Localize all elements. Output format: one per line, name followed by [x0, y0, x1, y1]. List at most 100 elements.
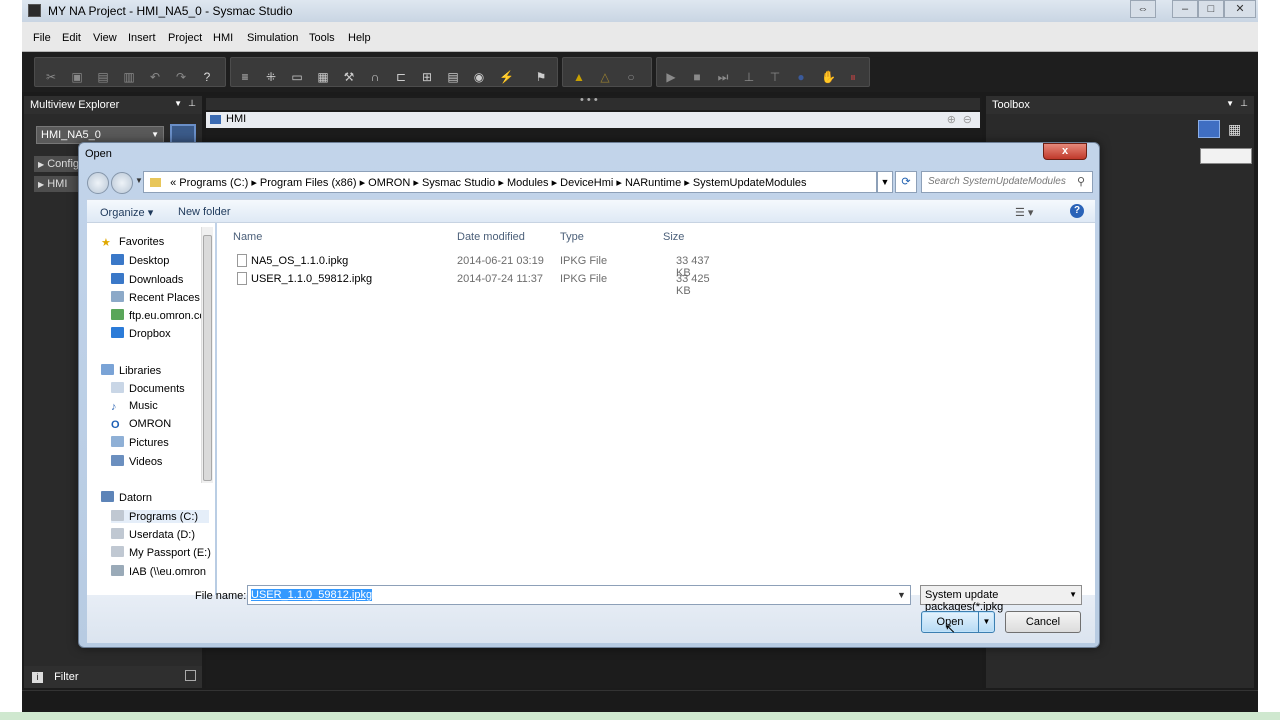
zoom-in-icon[interactable]: ⊕	[947, 113, 956, 126]
screen-icon[interactable]: ▦	[317, 70, 329, 84]
paste-icon[interactable]: ▤	[97, 70, 109, 84]
nav-computer[interactable]: Datorn	[101, 491, 152, 504]
pin-icon[interactable]: ⊥	[188, 98, 196, 109]
close-window-button[interactable]: ✕	[1224, 0, 1256, 18]
signal-icon[interactable]: ⚡	[499, 70, 514, 84]
view-options-icon[interactable]: ☰ ▾	[1015, 206, 1033, 219]
pin-icon[interactable]: ⊥	[1240, 98, 1248, 109]
stop-icon[interactable]: ■	[691, 70, 703, 84]
redo-icon[interactable]: ↷	[175, 70, 187, 84]
nav-ftp[interactable]: ftp.eu.omron.co	[111, 309, 205, 322]
windows-icon[interactable]: ▭	[291, 70, 303, 84]
menu-edit[interactable]: Edit	[62, 32, 81, 44]
file-row[interactable]: NA5_OS_1.1.0.ipkg 2014-06-21 03:19 IPKG …	[231, 252, 721, 279]
file-type-select[interactable]: System update packages(*.ipkg ▼	[920, 585, 1082, 613]
list-view-icon[interactable]	[1198, 120, 1220, 138]
dialog-close-button[interactable]: x	[1043, 143, 1087, 160]
check-warning-icon[interactable]: △	[599, 70, 611, 84]
column-size[interactable]: Size	[663, 231, 684, 243]
restore-arrows-icon[interactable]: ⇔	[1130, 0, 1156, 18]
nav-downloads[interactable]: Downloads	[111, 273, 183, 286]
delete-icon[interactable]: ▥	[123, 70, 135, 84]
menu-file[interactable]: File	[33, 32, 51, 44]
reset-icon[interactable]: ○	[625, 70, 637, 84]
watch-icon[interactable]: ◉	[473, 70, 485, 84]
new-folder-button[interactable]: New folder	[178, 206, 231, 218]
menu-hmi[interactable]: HMI	[213, 32, 233, 44]
nav-libraries[interactable]: Libraries	[101, 364, 161, 377]
menu-insert[interactable]: Insert	[128, 32, 156, 44]
nav-documents[interactable]: Documents	[111, 382, 185, 395]
nav-pictures[interactable]: Pictures	[111, 436, 169, 449]
grip-dots-icon[interactable]: • • •	[580, 94, 598, 106]
file-name-input[interactable]: USER_1.1.0_59812.ipkg	[247, 585, 911, 605]
module-icon[interactable]: ⊞	[421, 70, 433, 84]
panel-menu-arrow-icon[interactable]: ▼	[1226, 99, 1234, 108]
binoculars-icon[interactable]: ∩	[369, 70, 381, 84]
nav-desktop[interactable]: Desktop	[111, 254, 169, 267]
menu-project[interactable]: Project	[168, 32, 202, 44]
menu-simulation[interactable]: Simulation	[247, 32, 298, 44]
history-dropdown-icon[interactable]: ▼	[135, 176, 143, 185]
column-type[interactable]: Type	[560, 231, 584, 243]
filter-bar[interactable]: i Filter	[24, 666, 202, 688]
nav-omron[interactable]: O OMRON	[111, 418, 171, 431]
nav-dropbox[interactable]: Dropbox	[111, 327, 171, 340]
column-date-modified[interactable]: Date modified	[457, 231, 525, 243]
toolbox-search-input[interactable]	[1200, 148, 1252, 164]
nav-music[interactable]: ♪ Music	[111, 400, 158, 413]
file-name-dropdown-icon[interactable]: ▼	[897, 590, 906, 600]
tree-icon[interactable]: ≡	[239, 70, 251, 84]
breakpoint-icon[interactable]: ●	[795, 70, 807, 84]
build-icon[interactable]: ⚑	[535, 70, 547, 84]
pause-icon[interactable]: ⏸	[847, 70, 859, 84]
panel-menu-arrow-icon[interactable]: ▼	[174, 99, 182, 108]
step-icon[interactable]: ⏭	[717, 70, 729, 84]
copy-icon[interactable]: ▣	[71, 70, 83, 84]
cut-icon[interactable]: ✂	[45, 70, 57, 84]
network-icon[interactable]: ⁜	[265, 70, 277, 84]
step-out-icon[interactable]: ⊤	[769, 70, 781, 84]
back-button[interactable]	[87, 172, 109, 194]
filter-toggle-icon[interactable]	[185, 670, 196, 681]
search-input[interactable]: Search SystemUpdateModules	[921, 171, 1093, 193]
help-icon[interactable]: ?	[1070, 204, 1084, 218]
nav-videos[interactable]: Videos	[111, 455, 162, 468]
open-button[interactable]: Open ▼	[921, 611, 995, 633]
menu-view[interactable]: View	[93, 32, 117, 44]
minimize-button[interactable]: –	[1172, 0, 1198, 18]
help-icon[interactable]: ?	[201, 70, 213, 84]
hmi-editor-tab[interactable]: HMI ⊕ ⊖	[206, 112, 980, 128]
file-row[interactable]: USER_1.1.0_59812.ipkg 2014-07-24 11:37 I…	[231, 270, 721, 297]
organize-button[interactable]: Organize ▾	[100, 206, 153, 219]
nav-programs-c[interactable]: Programs (C:)	[111, 510, 209, 523]
wrench-icon[interactable]: ⚒	[343, 70, 355, 84]
compare-icon[interactable]: ⊏	[395, 70, 407, 84]
nav-label: Music	[129, 400, 158, 412]
nav-recent-places[interactable]: Recent Places	[111, 291, 200, 304]
nav-userdata-d[interactable]: Userdata (D:)	[111, 528, 195, 541]
nav-favorites[interactable]: ★ Favorites	[101, 236, 165, 249]
run-icon[interactable]: ▶	[665, 70, 677, 84]
nav-scrollbar-thumb[interactable]	[203, 235, 212, 481]
nav-label: Favorites	[119, 236, 165, 248]
warning-icon[interactable]: ▲	[573, 70, 585, 84]
open-options-dropdown-icon[interactable]: ▼	[978, 612, 994, 632]
maximize-button[interactable]: □	[1198, 0, 1224, 18]
undo-icon[interactable]: ↶	[149, 70, 161, 84]
nav-iab-network[interactable]: IAB (\\eu.omron	[111, 565, 206, 578]
step-into-icon[interactable]: ⊥	[743, 70, 755, 84]
document-icon[interactable]: ▤	[447, 70, 459, 84]
cancel-button[interactable]: Cancel	[1005, 611, 1081, 633]
column-name[interactable]: Name	[233, 231, 262, 243]
menu-tools[interactable]: Tools	[309, 32, 335, 44]
nav-my-passport-e[interactable]: My Passport (E:)	[111, 546, 211, 559]
forward-button[interactable]	[111, 172, 133, 194]
hand-icon[interactable]: ✋	[821, 70, 836, 84]
address-bar[interactable]: « Programs (C:) ▸ Program Files (x86) ▸ …	[143, 171, 877, 193]
address-dropdown-icon[interactable]: ▼	[877, 171, 893, 193]
grid-view-icon[interactable]: ▦	[1228, 121, 1244, 137]
menu-help[interactable]: Help	[348, 32, 371, 44]
zoom-out-icon[interactable]: ⊖	[963, 113, 972, 126]
refresh-icon[interactable]: ⟳	[895, 171, 917, 193]
